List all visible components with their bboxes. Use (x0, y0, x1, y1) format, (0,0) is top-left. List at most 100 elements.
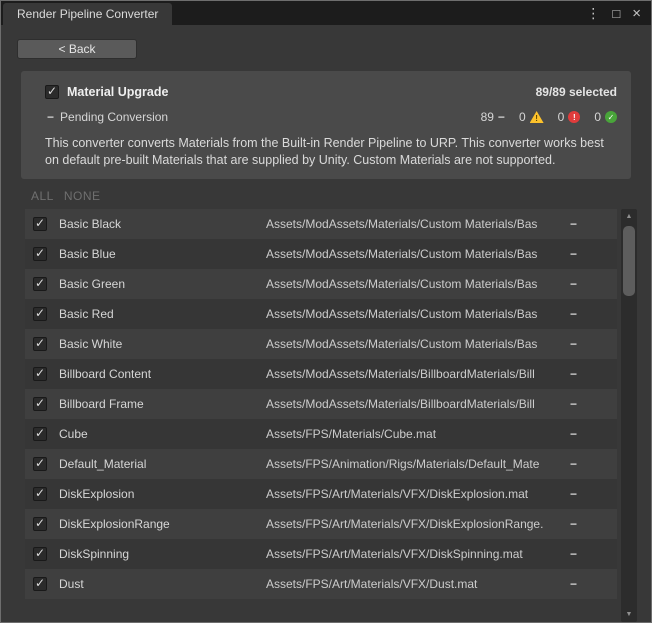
item-status-dash: − (570, 547, 577, 561)
list-item[interactable]: DiskExplosionRangeAssets/FPS/Art/Materia… (25, 509, 617, 539)
list-area: Basic Black Assets/ModAssets/Materials/Cu… (1, 209, 651, 622)
list-item[interactable]: Billboard FrameAssets/ModAssets/Material… (25, 389, 617, 419)
item-status-dash: − (570, 307, 577, 321)
item-checkbox[interactable] (33, 397, 47, 411)
render-pipeline-converter-window: Render Pipeline Converter ⋮ □ × < Back M… (0, 0, 652, 623)
list-item[interactable]: Basic RedAssets/ModAssets/Materials/Cust… (25, 299, 617, 329)
window-title: Render Pipeline Converter (17, 7, 158, 21)
item-path: Assets/FPS/Art/Materials/VFX/DiskExplosi… (266, 517, 562, 531)
scrollbar[interactable]: ▲ ▼ (621, 209, 637, 622)
item-checkbox[interactable] (33, 337, 47, 351)
menu-icon[interactable]: ⋮ (586, 6, 600, 20)
pending-counts: 89 − 0 0 0 (481, 110, 617, 124)
item-name: Basic White (59, 337, 266, 351)
close-icon[interactable]: × (632, 6, 641, 21)
converter-description: This converter converts Materials from t… (45, 135, 617, 169)
item-checkbox[interactable] (33, 457, 47, 471)
item-name: Basic Black (59, 217, 266, 231)
item-status-dash: − (570, 277, 577, 291)
item-checkbox[interactable] (33, 247, 47, 261)
warning-count: 0 (519, 110, 526, 124)
item-name: Cube (59, 427, 266, 441)
pending-label: Pending Conversion (60, 110, 168, 124)
item-name: Basic Blue (59, 247, 266, 261)
window-controls: ⋮ □ × (586, 1, 651, 25)
warning-icon (530, 111, 544, 123)
success-icon (605, 111, 617, 123)
converter-panel: Material Upgrade 89/89 selected − Pendin… (21, 71, 631, 179)
item-path: Assets/FPS/Art/Materials/VFX/DiskSpinnin… (266, 547, 562, 561)
item-status-dash: − (570, 397, 577, 411)
list-item[interactable]: Billboard ContentAssets/ModAssets/Materi… (25, 359, 617, 389)
error-icon (568, 111, 580, 123)
titlebar: Render Pipeline Converter ⋮ □ × (1, 1, 651, 25)
scroll-up-icon[interactable]: ▲ (621, 209, 637, 224)
scroll-down-icon[interactable]: ▼ (621, 607, 637, 622)
select-all-button[interactable]: ALL (31, 189, 54, 203)
error-count: 0 (558, 110, 565, 124)
selected-count: 89/89 selected (536, 85, 617, 99)
material-upgrade-checkbox[interactable] (45, 85, 59, 99)
item-checkbox[interactable] (33, 547, 47, 561)
success-count: 0 (594, 110, 601, 124)
list-item[interactable]: Basic WhiteAssets/ModAssets/Materials/Cu… (25, 329, 617, 359)
item-checkbox[interactable] (33, 307, 47, 321)
list-item[interactable]: Basic GreenAssets/ModAssets/Materials/Cu… (25, 269, 617, 299)
item-name: Basic Green (59, 277, 266, 291)
item-name: Billboard Frame (59, 397, 266, 411)
list-item[interactable]: Basic BlackAssets/ModAssets/Materials/Cu… (25, 209, 617, 239)
list-item[interactable]: Default_MaterialAssets/FPS/Animation/Rig… (25, 449, 617, 479)
item-status-dash: − (570, 577, 577, 591)
select-none-button[interactable]: NONE (64, 189, 101, 203)
list-item[interactable]: DustAssets/FPS/Art/Materials/VFX/Dust.ma… (25, 569, 617, 599)
list-item[interactable]: DiskExplosionAssets/FPS/Art/Materials/VF… (25, 479, 617, 509)
item-status-dash: − (570, 457, 577, 471)
item-name: Dust (59, 577, 266, 591)
item-status-dash: − (570, 517, 577, 531)
item-status-dash: − (570, 427, 577, 441)
item-path: Assets/FPS/Materials/Cube.mat (266, 427, 562, 441)
item-name: Billboard Content (59, 367, 266, 381)
item-status-dash: − (570, 247, 577, 261)
item-checkbox[interactable] (33, 277, 47, 291)
item-status-dash: − (570, 487, 577, 501)
back-button[interactable]: < Back (17, 39, 137, 59)
item-checkbox[interactable] (33, 577, 47, 591)
item-path: Assets/ModAssets/Materials/Custom Materi… (266, 277, 562, 291)
converter-header: Material Upgrade 89/89 selected (45, 79, 617, 105)
toolbar: < Back (1, 25, 651, 59)
pending-count: 89 (481, 110, 494, 124)
list-item[interactable]: Basic BlueAssets/ModAssets/Materials/Cus… (25, 239, 617, 269)
item-name: DiskExplosion (59, 487, 266, 501)
item-status-dash: − (570, 217, 577, 231)
list-item[interactable]: CubeAssets/FPS/Materials/Cube.mat− (25, 419, 617, 449)
item-path: Assets/ModAssets/Materials/BillboardMate… (266, 367, 562, 381)
pending-conversion-row[interactable]: − Pending Conversion 89 − 0 0 0 (45, 105, 617, 129)
window-tab[interactable]: Render Pipeline Converter (3, 3, 172, 25)
item-path: Assets/FPS/Art/Materials/VFX/DiskExplosi… (266, 487, 562, 501)
item-path: Assets/ModAssets/Materials/BillboardMate… (266, 397, 562, 411)
maximize-icon[interactable]: □ (612, 7, 620, 20)
item-name: Basic Red (59, 307, 266, 321)
selection-toolbar: ALL NONE (31, 189, 651, 203)
item-name: DiskSpinning (59, 547, 266, 561)
scrollbar-thumb[interactable] (623, 226, 635, 296)
item-status-dash: − (570, 367, 577, 381)
item-name: Default_Material (59, 457, 266, 471)
scrollbar-track[interactable] (621, 224, 637, 607)
converter-title: Material Upgrade (67, 85, 168, 99)
item-path: Assets/ModAssets/Materials/Custom Materi… (266, 337, 562, 351)
item-path: Assets/ModAssets/Materials/Custom Materi… (266, 247, 562, 261)
pending-dash-icon: − (498, 110, 505, 124)
material-list: Basic Black Assets/ModAssets/Materials/Cu… (25, 209, 617, 622)
item-path: Assets/FPS/Animation/Rigs/Materials/Defa… (266, 457, 562, 471)
pending-status-icon: − (47, 110, 54, 124)
list-item[interactable]: DiskSpinningAssets/FPS/Art/Materials/VFX… (25, 539, 617, 569)
item-checkbox[interactable] (33, 517, 47, 531)
item-path: Assets/FPS/Art/Materials/VFX/Dust.mat (266, 577, 562, 591)
item-path: Assets/ModAssets/Materials/Custom Materi… (266, 307, 562, 321)
item-checkbox[interactable] (33, 427, 47, 441)
item-checkbox[interactable] (33, 367, 47, 381)
item-checkbox[interactable] (33, 487, 47, 501)
item-checkbox[interactable] (33, 217, 47, 231)
